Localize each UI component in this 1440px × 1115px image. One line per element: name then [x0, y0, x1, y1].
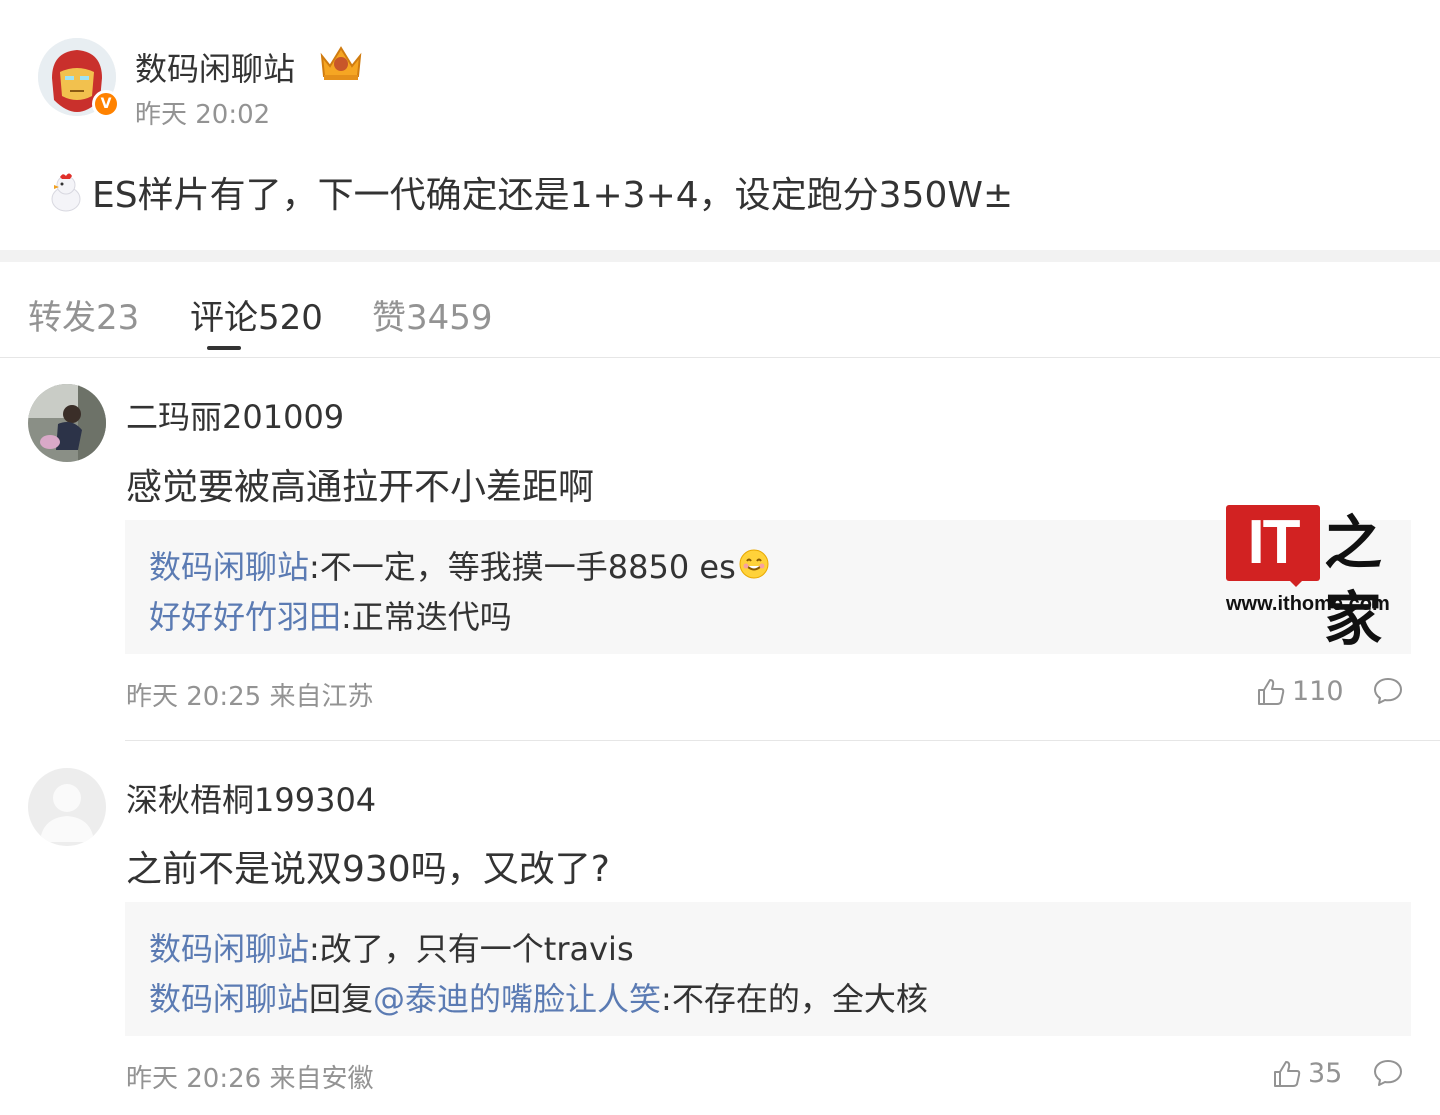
reply-author-link[interactable]: 好好好竹羽田	[149, 598, 341, 636]
reply-line: 数码闲聊站回复@泰迪的嘴脸让人笑:不存在的，全大核	[149, 974, 928, 1020]
ithome-watermark: IT 之家 www.ithome.com	[1226, 505, 1420, 653]
reply-separator: :	[309, 930, 320, 968]
post-text: ES样片有了，下一代确定还是1+3+4，设定跑分350W±	[92, 175, 1014, 216]
reply-text: 不存在的，全大核	[671, 980, 928, 1018]
watermark-url: www.ithome.com	[1226, 593, 1390, 615]
reply-separator: :	[661, 980, 672, 1018]
post-content: ES样片有了，下一代确定还是1+3+4，设定跑分350W±	[46, 166, 1013, 218]
reply-line: 数码闲聊站:不一定，等我摸一手8850 es	[149, 542, 770, 588]
reply-author-link[interactable]: 数码闲聊站	[149, 980, 309, 1018]
comment-meta: 昨天 20:26 来自安徽	[126, 1064, 374, 1094]
watermark-logo-tail	[1286, 577, 1306, 587]
mention-link[interactable]: @泰迪的嘴脸让人笑	[373, 980, 661, 1018]
chicken-emoji-icon	[51, 173, 81, 212]
active-tab-indicator	[207, 346, 241, 350]
like-button[interactable]: 110	[1256, 676, 1344, 707]
commenter-name[interactable]: 深秋梧桐199304	[126, 775, 376, 821]
comment-text: 之前不是说双930吗，又改了?	[126, 849, 610, 890]
reply-separator: :	[341, 598, 352, 636]
reply-text: 改了，只有一个travis	[319, 930, 634, 968]
verified-icon: V	[92, 90, 120, 118]
like-count: 110	[1292, 676, 1344, 707]
commenter-avatar[interactable]	[28, 768, 106, 846]
weibo-post: V 数码闲聊站 昨天 20:02 ES样片有了，下一代确定还是1+3+4，设定跑…	[0, 0, 1440, 250]
like-button[interactable]: 35	[1272, 1058, 1342, 1089]
reply-line: 数码闲聊站:改了，只有一个travis	[149, 924, 634, 970]
section-divider	[0, 250, 1440, 262]
tab-reposts[interactable]: 转发23	[28, 290, 139, 339]
reply-box[interactable]: 数码闲聊站:不一定，等我摸一手8850 es 好好好竹羽田:正常迭代吗	[125, 520, 1411, 654]
crown-badge-icon	[320, 46, 362, 80]
reply-box[interactable]: 数码闲聊站:改了，只有一个travis 数码闲聊站回复@泰迪的嘴脸让人笑:不存在…	[125, 902, 1411, 1036]
thumbs-up-icon	[1258, 678, 1285, 705]
reply-line: 好好好竹羽田:正常迭代吗	[149, 592, 512, 638]
post-tabs: 转发23 评论520 赞3459	[0, 262, 1440, 358]
post-author-name[interactable]: 数码闲聊站	[135, 44, 295, 90]
reply-text: 不一定，等我摸一手8850 es	[319, 548, 736, 586]
comment-text: 感觉要被高通拉开不小差距啊	[126, 467, 595, 508]
tab-likes[interactable]: 赞3459	[372, 290, 493, 339]
reply-author-link[interactable]: 数码闲聊站	[149, 548, 309, 586]
reply-separator: :	[309, 548, 320, 586]
commenter-avatar[interactable]	[28, 384, 106, 462]
watermark-logo: IT	[1226, 505, 1320, 581]
tab-comments[interactable]: 评论520	[190, 290, 323, 339]
watermark-brand: 之家	[1324, 509, 1383, 653]
smile-emoji-icon	[739, 549, 769, 579]
like-count: 35	[1308, 1058, 1343, 1089]
post-time: 昨天 20:02	[135, 100, 271, 130]
reply-text: 正常迭代吗	[351, 598, 512, 636]
comment-meta: 昨天 20:25 来自江苏	[126, 682, 374, 712]
reply-author-link[interactable]: 数码闲聊站	[149, 930, 309, 968]
comment-bubble-icon[interactable]	[1372, 676, 1404, 706]
comment-bubble-icon[interactable]	[1372, 1058, 1404, 1088]
reply-word: 回复	[309, 980, 374, 1018]
comment-separator	[125, 740, 1440, 741]
thumbs-up-icon	[1274, 1060, 1301, 1087]
commenter-name[interactable]: 二玛丽201009	[126, 392, 344, 438]
